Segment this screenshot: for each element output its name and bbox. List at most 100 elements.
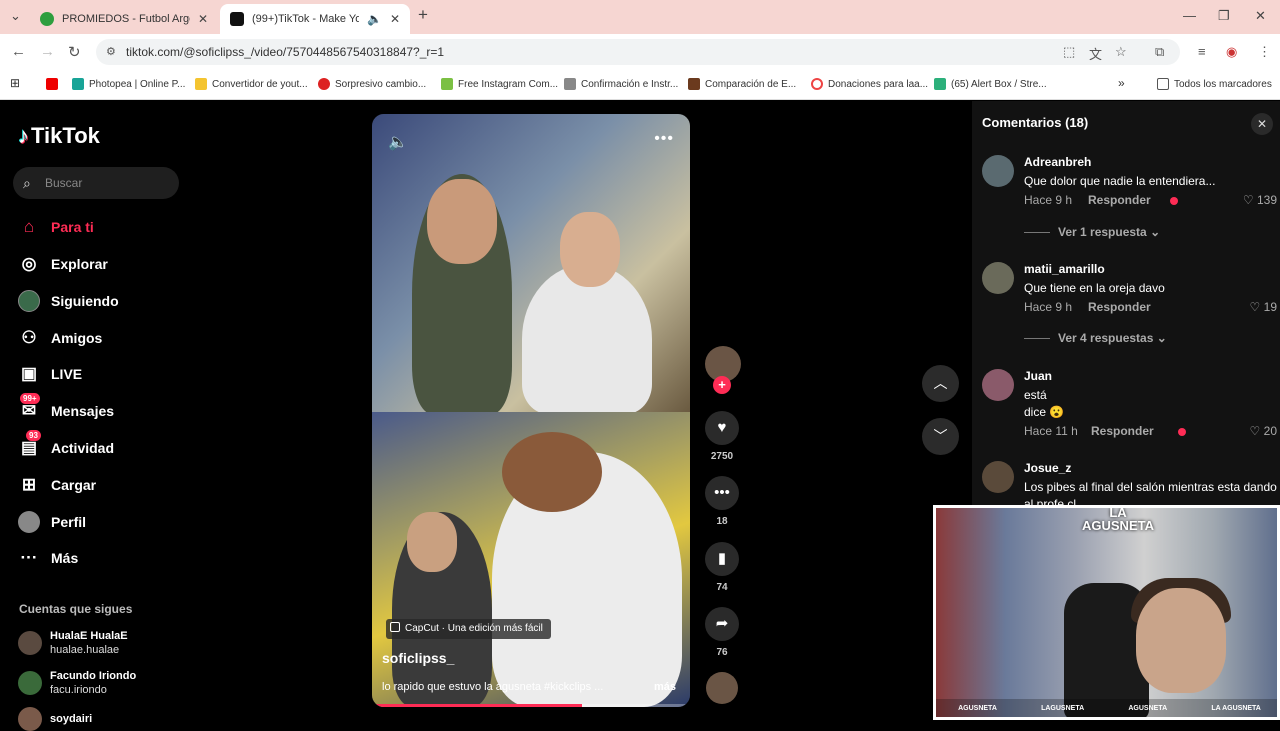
follow-plus-button[interactable]: +: [713, 376, 731, 394]
following-item[interactable]: Facundo Iriondo facu.iriondo: [18, 669, 136, 697]
nav-live[interactable]: ▣ LIVE: [18, 360, 82, 388]
creator-liked-icon: [1178, 428, 1186, 436]
reload-icon[interactable]: ↻: [68, 43, 81, 61]
tiktok-logo[interactable]: ♪ TikTok: [18, 123, 100, 149]
like-action[interactable]: ♥ 2750: [704, 411, 740, 462]
video-author[interactable]: soficlipss_: [382, 650, 454, 666]
bookmark-icon[interactable]: ▮: [705, 542, 739, 576]
instagram-handle: AGUSNETA: [958, 704, 997, 712]
capcut-tag[interactable]: CapCut · Una edición más fácil: [386, 619, 551, 639]
compass-icon: ◎: [21, 254, 37, 273]
soccer-ball-icon: [40, 12, 54, 26]
youtube-bookmark[interactable]: [46, 78, 63, 90]
streamer-logo: LA AGUSNETA: [1082, 505, 1154, 533]
avatar[interactable]: [982, 262, 1014, 294]
friends-icon: ⚇: [21, 328, 37, 347]
more-bookmarks-icon[interactable]: »: [1118, 76, 1125, 90]
reply-button[interactable]: Responder: [1091, 424, 1154, 438]
bookmark-comparacion[interactable]: Comparación de E...: [688, 78, 796, 90]
messages-icon: ✉ 99+: [18, 393, 40, 422]
speaker-icon[interactable]: 🔈: [367, 12, 382, 26]
nav-mas[interactable]: ··· Más: [18, 544, 79, 572]
more-description-link[interactable]: más: [654, 681, 676, 693]
bookmark-instagram[interactable]: Free Instagram Com...: [441, 78, 558, 90]
comment-like-button[interactable]: ♡ 19: [1250, 300, 1277, 314]
search-input[interactable]: ⌕ Buscar: [13, 167, 179, 199]
kick-handle: AGUSNETA: [1128, 704, 1168, 712]
close-window-button[interactable]: ✕: [1255, 8, 1266, 24]
install-icon[interactable]: ⬚: [1063, 44, 1075, 60]
progress-fill: [372, 704, 582, 707]
bookmark-donaciones[interactable]: Donaciones para laa...: [811, 78, 928, 90]
bookmark-convertidor[interactable]: Convertidor de yout...: [195, 78, 308, 90]
nav-siguiendo[interactable]: Siguiendo: [18, 287, 119, 315]
video-player[interactable]: 🔈 ••• CapCut · Una edición más fácil sof…: [372, 114, 690, 707]
extensions-icon[interactable]: ⧉: [1155, 44, 1164, 60]
profile-avatar-icon[interactable]: ◉: [1226, 44, 1237, 60]
all-bookmarks-folder[interactable]: Todos los marcadores: [1157, 78, 1272, 90]
previous-video-button[interactable]: ︿: [922, 365, 959, 402]
url-bar[interactable]: ⚙ tiktok.com/@soficlipss_/video/75704485…: [96, 39, 1180, 65]
creator-liked-icon: [1170, 197, 1178, 205]
following-icon: [18, 290, 40, 312]
comments-title: Comentarios (18): [982, 115, 1089, 130]
bookmark-confirmacion[interactable]: Confirmación e Instr...: [564, 78, 678, 90]
comment-like-button[interactable]: ♡ 20: [1250, 424, 1277, 438]
more-options-icon[interactable]: •••: [654, 130, 674, 148]
nav-amigos[interactable]: ⚇ Amigos: [18, 324, 102, 352]
reply-button[interactable]: Responder: [1088, 193, 1151, 207]
nav-mensajes[interactable]: ✉ 99+ Mensajes: [18, 393, 114, 425]
nav-perfil[interactable]: Perfil: [18, 508, 86, 536]
comment-like-button[interactable]: ♡ 139: [1243, 193, 1277, 207]
nav-cargar[interactable]: ⊞ Cargar: [18, 471, 96, 499]
back-icon[interactable]: ←: [11, 43, 26, 60]
bookmark-star-icon[interactable]: ☆: [1115, 44, 1127, 60]
next-video-button[interactable]: ﹀: [922, 418, 959, 455]
activity-badge: 93: [26, 430, 41, 441]
media-controls-icon[interactable]: ≡: [1198, 44, 1206, 59]
save-action[interactable]: ▮ 74: [704, 542, 740, 593]
nav-explorar[interactable]: ◎ Explorar: [18, 250, 108, 278]
tab-promiedos[interactable]: PROMIEDOS - Futbol Argentino ✕: [30, 4, 218, 34]
heart-icon[interactable]: ♥: [705, 411, 739, 445]
site-info-icon[interactable]: ⚙: [106, 39, 116, 65]
comment-icon[interactable]: •••: [705, 476, 739, 510]
apps-grid-icon[interactable]: ⊞: [10, 76, 20, 90]
video-progress-bar[interactable]: [372, 704, 690, 707]
profile-icon: [18, 511, 40, 533]
tab-tiktok[interactable]: (99+)TikTok - Make Your Day 🔈 ✕: [220, 4, 410, 34]
volume-icon[interactable]: 🔈: [388, 132, 408, 152]
bookmark-photopea[interactable]: Photopea | Online P...: [72, 78, 185, 90]
close-tab-icon[interactable]: ✕: [390, 12, 400, 26]
following-item[interactable]: HualaE HualaE hualae.hualae: [18, 629, 128, 657]
minimize-button[interactable]: —: [1183, 8, 1196, 23]
comment-action[interactable]: ••• 18: [704, 476, 740, 527]
forward-icon[interactable]: →: [40, 43, 55, 60]
music-disc[interactable]: [706, 672, 738, 704]
avatar[interactable]: [982, 369, 1014, 401]
restore-button[interactable]: ❐: [1218, 8, 1230, 24]
youtube-handle: LA AGUSNETA: [1211, 704, 1261, 712]
view-replies-button[interactable]: Ver 4 respuestas ⌄: [1024, 331, 1167, 345]
view-replies-button[interactable]: Ver 1 respuesta ⌄: [1024, 225, 1160, 239]
bookmark-alertbox[interactable]: (65) Alert Box / Stre...: [934, 78, 1047, 90]
reply-button[interactable]: Responder: [1088, 300, 1151, 314]
tab-search-icon[interactable]: ⌄: [10, 8, 21, 24]
new-tab-button[interactable]: +: [418, 5, 428, 25]
translate-icon[interactable]: 文: [1089, 44, 1102, 63]
webcam-overlay: LA AGUSNETA AGUSNETA LAGUSNETA AGUSNETA …: [933, 505, 1280, 720]
avatar[interactable]: [982, 155, 1014, 187]
following-item[interactable]: soydairi: [18, 707, 92, 731]
avatar[interactable]: [982, 461, 1014, 493]
bookmark-sorpresivo[interactable]: Sorpresivo cambio...: [318, 78, 426, 90]
menu-kebab-icon[interactable]: ⋮: [1258, 44, 1271, 60]
nav-actividad[interactable]: ▤ 93 Actividad: [18, 430, 114, 462]
close-tab-icon[interactable]: ✕: [198, 12, 208, 26]
close-comments-button[interactable]: ✕: [1251, 113, 1273, 135]
more-icon: ···: [20, 548, 38, 567]
nav-para-ti[interactable]: ⌂ Para ti: [18, 213, 94, 241]
video-frame-top: [372, 114, 690, 414]
share-icon[interactable]: ➦: [705, 607, 739, 641]
capcut-icon: [390, 622, 400, 632]
share-action[interactable]: ➦ 76: [704, 607, 740, 658]
